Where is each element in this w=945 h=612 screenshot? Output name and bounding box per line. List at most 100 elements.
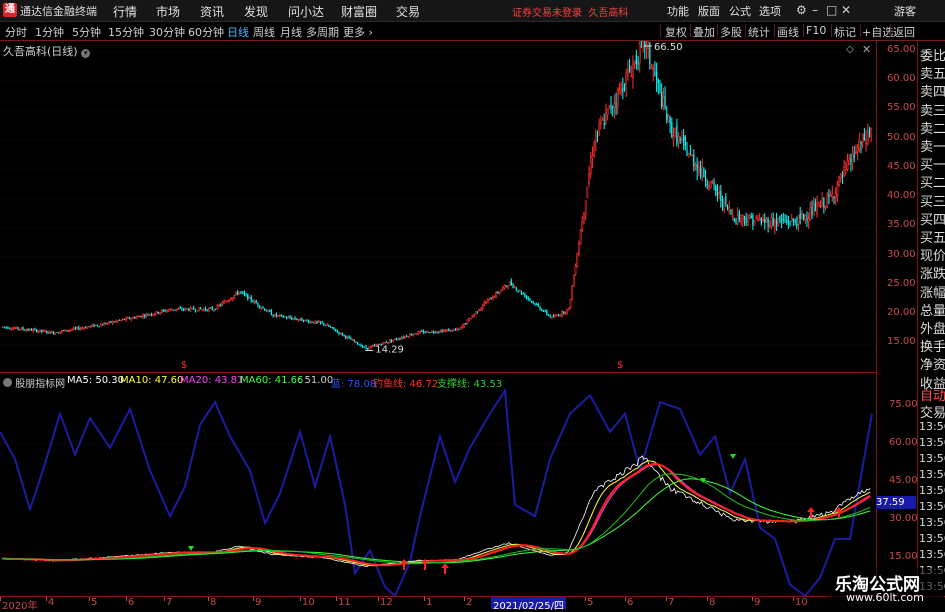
multi-stock-button[interactable]: 多股 [720, 24, 742, 40]
candle-body [345, 335, 347, 338]
trade-time: 13:56 [919, 500, 945, 513]
menu-xiaoda[interactable]: 问小达 [288, 3, 324, 20]
candle-body [708, 185, 710, 190]
candle-body [866, 131, 869, 144]
candle-body [85, 327, 87, 329]
indicator-tick-label: 30.00 [889, 512, 918, 524]
maximize-icon[interactable]: □ [826, 3, 837, 17]
tab-monthly[interactable]: 月线 [280, 24, 302, 40]
draw-line-button[interactable]: 画线 [777, 24, 799, 40]
candle-body [605, 111, 607, 124]
tab-30min[interactable]: 30分钟 [149, 24, 185, 40]
settings-icon[interactable]: ⚙ [796, 3, 807, 17]
candle-body [328, 324, 330, 327]
candle-body [536, 304, 538, 306]
candle-body [686, 149, 688, 156]
candle-body [264, 308, 266, 311]
candle-body [211, 307, 213, 310]
diamond-icon[interactable]: ◇ [846, 44, 854, 55]
guest-label[interactable]: 游客 [894, 3, 916, 19]
tab-5min[interactable]: 5分钟 [72, 24, 101, 40]
candle-body [248, 296, 251, 299]
menu-options[interactable]: 选项 [759, 3, 781, 19]
menu-discover[interactable]: 发现 [244, 3, 268, 20]
candlestick-chart[interactable]: 66.50 14.29 $ $ [0, 30, 876, 372]
indicator-name[interactable]: 股朋指标网 [3, 375, 65, 390]
candle-body [593, 143, 595, 157]
candle-body [273, 313, 276, 317]
candle-body [522, 293, 524, 295]
tab-daily[interactable]: 日线 [227, 24, 249, 40]
tab-weekly[interactable]: 周线 [253, 24, 275, 40]
indicator-chart[interactable] [0, 373, 876, 598]
candle-body [134, 317, 136, 319]
title-bar: 通 通达信金融终端 行情 市场 资讯 发现 问小达 财富圈 交易 证券交易未登录… [0, 0, 945, 22]
candle-body [656, 71, 658, 80]
minimize-icon[interactable]: – [812, 3, 818, 17]
candle-body [870, 128, 873, 137]
tab-15min[interactable]: 15分钟 [108, 24, 144, 40]
candle-body [816, 202, 818, 215]
candle-body [659, 83, 661, 90]
tab-more[interactable]: 更多 › [343, 24, 373, 40]
price-tick-label: 50.00 [887, 131, 916, 143]
mark-button[interactable]: 标记 [834, 24, 856, 40]
stats-button[interactable]: 统计 [748, 24, 770, 40]
candle-body [583, 212, 585, 220]
candle-body [711, 180, 714, 183]
candle-body [469, 318, 472, 320]
menu-exchange[interactable]: 市场 [156, 3, 180, 20]
login-warning[interactable]: 证券交易未登录 久吾高科 [512, 4, 628, 19]
signal-marker: $ [617, 360, 623, 371]
tab-1min[interactable]: 1分钟 [35, 24, 64, 40]
candle-body [152, 313, 155, 316]
back-button[interactable]: 返回 [893, 24, 915, 40]
candle-body [341, 332, 343, 336]
candle-body [279, 314, 281, 317]
candle-body [63, 330, 65, 332]
indicator-tick-label: 75.00 [889, 398, 918, 410]
menu-trade[interactable]: 交易 [396, 3, 420, 20]
menu-news[interactable]: 资讯 [200, 3, 224, 20]
candle-body [292, 318, 295, 320]
restore-rights-button[interactable]: 复权 [665, 24, 687, 40]
candlestick-chart-area[interactable]: 66.50 14.29 $ $ [0, 30, 877, 372]
candle-body [812, 204, 815, 216]
tab-60min[interactable]: 60分钟 [188, 24, 224, 40]
candle-body [762, 218, 764, 221]
overlay-button[interactable]: 叠加 [693, 24, 715, 40]
tab-timeshare[interactable]: 分时 [5, 24, 27, 40]
candle-body [581, 221, 584, 230]
candle-body [434, 332, 436, 333]
tab-multi-period[interactable]: 多周期 [306, 24, 339, 40]
close-icon[interactable]: ✕ [862, 43, 871, 56]
chevron-down-icon: ▾ [81, 49, 91, 58]
candle-body [635, 55, 637, 65]
candle-body [116, 320, 119, 322]
menu-wealth[interactable]: 财富圈 [341, 3, 377, 20]
candle-body [716, 188, 719, 196]
indicator-chart-area[interactable] [0, 372, 877, 598]
candle-body [706, 183, 708, 186]
menu-function[interactable]: 功能 [667, 3, 689, 19]
add-favorite-button[interactable]: +自选 [862, 24, 893, 40]
close-icon[interactable]: ✕ [841, 3, 851, 17]
menu-market[interactable]: 行情 [113, 3, 137, 20]
candle-body [661, 91, 663, 107]
buy-arrow-icon [441, 563, 449, 574]
candle-body [601, 119, 604, 121]
price-tick-label: 20.00 [887, 307, 916, 319]
candle-body [210, 307, 212, 309]
candle-body [508, 281, 511, 286]
f10-button[interactable]: F10 [806, 24, 826, 37]
candle-body [500, 289, 503, 292]
indicator-tick-label: 60.00 [889, 436, 918, 448]
menu-formula[interactable]: 公式 [729, 3, 751, 19]
date-tick [752, 597, 753, 601]
candle-body [483, 302, 486, 306]
candle-body [56, 332, 58, 334]
candle-body [155, 310, 158, 314]
menu-layout[interactable]: 版面 [698, 3, 720, 19]
stock-title[interactable]: 久吾高科(日线) ▾ [3, 43, 91, 59]
candle-body [175, 308, 178, 311]
